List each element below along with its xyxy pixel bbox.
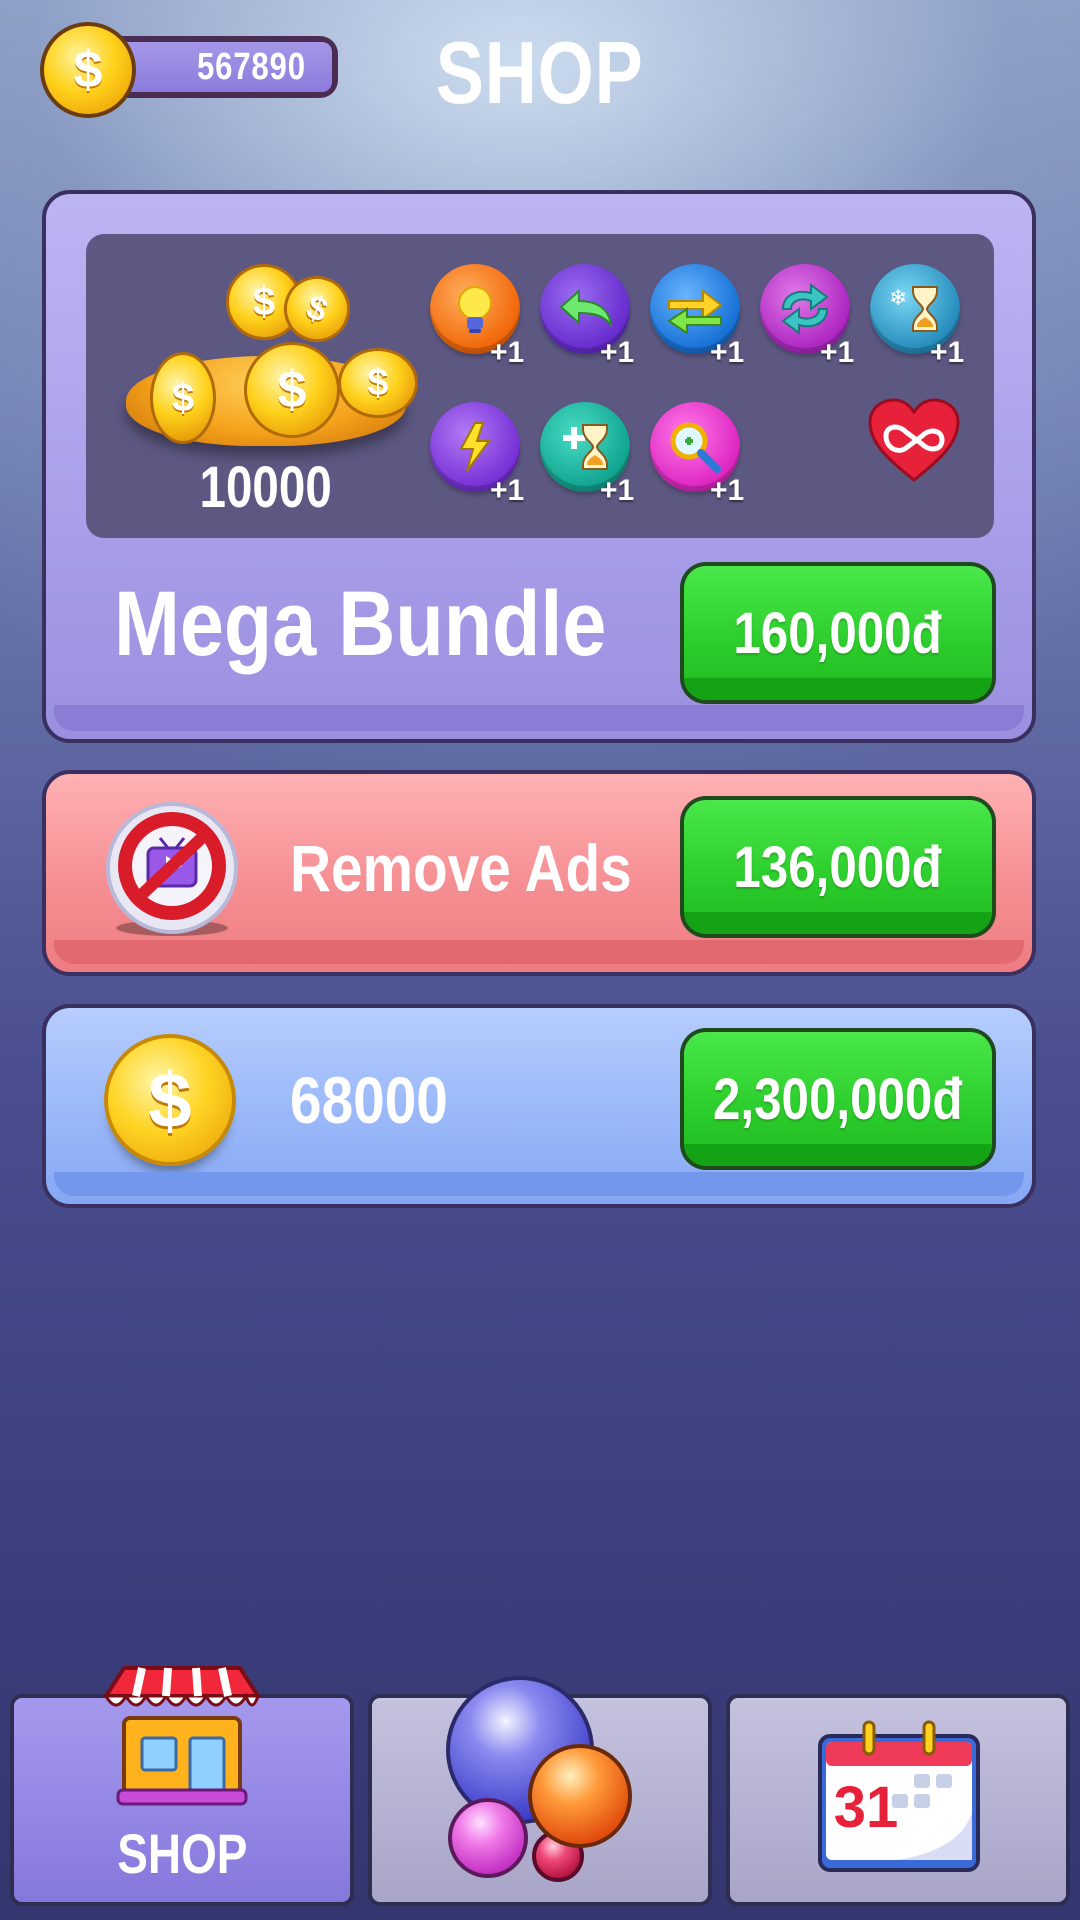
no-ads-icon xyxy=(102,802,242,942)
coin-pack-amount: 68000 xyxy=(290,1063,448,1137)
tab-play[interactable] xyxy=(368,1676,712,1906)
mega-bundle-buy-button[interactable]: 160,000đ xyxy=(680,562,996,704)
magnifier-powerup: +1 xyxy=(650,402,760,512)
shuffle-powerup: +1 xyxy=(650,264,760,374)
tab-shop[interactable]: SHOP xyxy=(10,1666,354,1906)
bundle-contents-panel: $ $ $ $ $ 10000 +1 +1 +1 +1 ❄ +1 +1 +1 +… xyxy=(86,234,994,538)
coin-pack-buy-button[interactable]: 2,300,000đ xyxy=(680,1028,996,1170)
remove-ads-label: Remove Ads xyxy=(290,831,632,905)
coin-balance-counter: 567890 $ xyxy=(40,22,338,118)
powerup-qty: +1 xyxy=(710,336,745,369)
coin-icon: $ xyxy=(104,1034,236,1166)
powerup-qty: +1 xyxy=(930,336,965,369)
coin-pack-price: 2,300,000đ xyxy=(713,1066,963,1132)
coin-balance-value: 567890 xyxy=(197,45,307,88)
powerup-qty: +1 xyxy=(820,336,855,369)
page-title: SHOP xyxy=(436,23,644,122)
remove-ads-card: Remove Ads 136,000đ xyxy=(42,770,1036,976)
coin-icon: $ xyxy=(40,22,136,118)
refresh-powerup: +1 xyxy=(760,264,870,374)
bundle-coin-amount: 10000 xyxy=(199,455,333,520)
freeze-time-powerup: ❄ +1 xyxy=(870,264,980,374)
tab-calendar[interactable]: 31 xyxy=(726,1694,1070,1906)
undo-powerup: +1 xyxy=(540,264,650,374)
bundle-title: Mega Bundle xyxy=(114,573,607,675)
powerup-qty: +1 xyxy=(600,474,635,507)
calendar-icon: 31 xyxy=(814,1716,984,1876)
powerup-qty: +1 xyxy=(490,336,525,369)
svg-text:❄: ❄ xyxy=(889,286,907,311)
shop-stall-icon xyxy=(102,1662,262,1812)
bottom-nav: SHOP 31 xyxy=(0,1666,1080,1920)
powerup-qty: +1 xyxy=(490,474,525,507)
powerup-qty: +1 xyxy=(710,474,745,507)
lightning-powerup: +1 xyxy=(430,402,540,512)
remove-ads-price: 136,000đ xyxy=(733,834,943,900)
lightbulb-powerup: +1 xyxy=(430,264,540,374)
calendar-day: 31 xyxy=(833,1775,899,1840)
tab-shop-label: SHOP xyxy=(116,1822,248,1885)
powerup-qty: +1 xyxy=(600,336,635,369)
coin-pile-icon: $ $ $ $ $ xyxy=(116,256,418,456)
bubbles-icon xyxy=(440,1674,640,1884)
mega-bundle-card: $ $ $ $ $ 10000 +1 +1 +1 +1 ❄ +1 +1 +1 +… xyxy=(42,190,1036,743)
mega-bundle-price: 160,000đ xyxy=(733,600,943,666)
infinite-lives-heart-icon xyxy=(866,396,962,486)
add-time-powerup: +1 xyxy=(540,402,650,512)
remove-ads-buy-button[interactable]: 136,000đ xyxy=(680,796,996,938)
coin-pack-card: $ 68000 2,300,000đ xyxy=(42,1004,1036,1208)
